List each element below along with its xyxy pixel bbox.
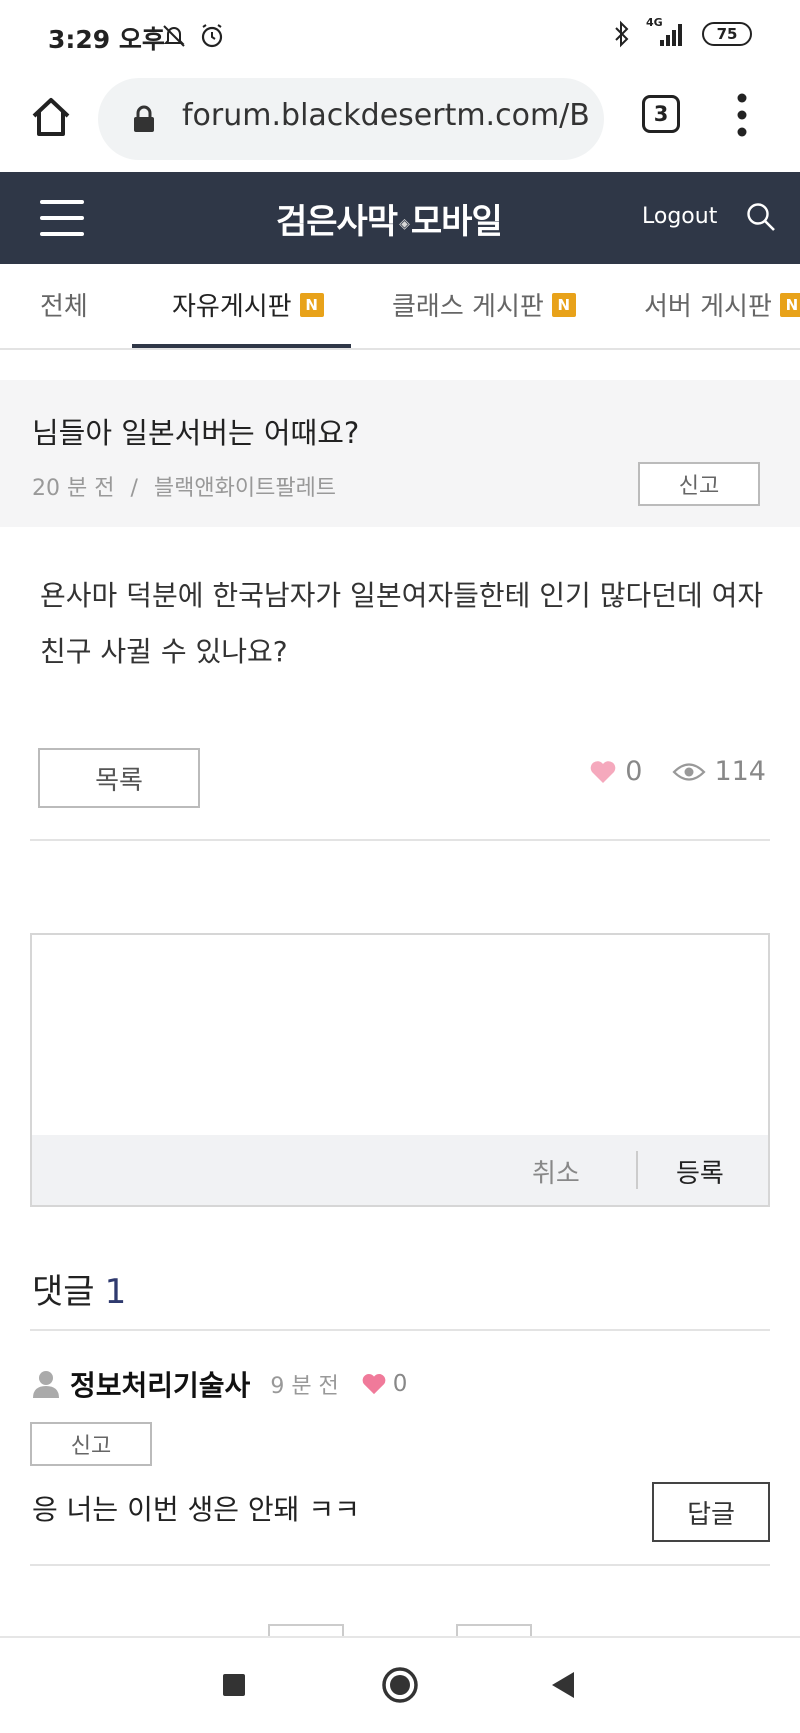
comment-editor: 취소 등록 xyxy=(30,933,770,1207)
site-header: 검은사막 ◈모바일 Logout xyxy=(0,172,800,264)
comments-heading: 댓글 1 xyxy=(32,1264,126,1313)
post-title: 님들아 일본서버는 어때요? xyxy=(32,416,360,450)
logout-link[interactable]: Logout xyxy=(642,204,717,229)
lock-icon xyxy=(134,105,154,132)
post-author[interactable]: 블랙앤화이트팔레트 xyxy=(154,476,336,501)
submit-button[interactable]: 등록 xyxy=(676,1153,724,1190)
comment-author[interactable]: 정보처리기술사 xyxy=(70,1364,250,1404)
post-body: 욘사마 덕분에 한국남자가 일본여자들한테 인기 많다던데 여자친구 사귈 수 … xyxy=(40,579,764,668)
post-meta: 20 분 전 / 블랙앤화이트팔레트 xyxy=(32,470,336,502)
new-badge: N xyxy=(551,292,576,317)
home-circle-icon[interactable] xyxy=(381,1666,419,1704)
new-badge: N xyxy=(299,292,324,317)
comments-title: 댓글 xyxy=(32,1272,95,1312)
eye-icon xyxy=(672,762,707,781)
active-tab-indicator xyxy=(132,344,351,348)
menu-icon[interactable] xyxy=(40,200,84,236)
recent-apps-icon[interactable] xyxy=(223,1674,245,1696)
home-icon[interactable] xyxy=(26,92,76,142)
board-tabs: 전체 자유게시판 N 클래스 게시판 N 서버 게시판 N xyxy=(0,264,800,350)
tab-class-board[interactable]: 클래스 게시판 N xyxy=(392,286,576,323)
logo-left: 검은사막 xyxy=(276,202,398,242)
browser-toolbar: forum.blackdesertm.com/B 3 xyxy=(0,72,800,172)
comment-report-button[interactable]: 신고 xyxy=(30,1422,152,1466)
comment-input[interactable] xyxy=(32,935,768,1135)
tab-label: 클래스 게시판 xyxy=(392,292,544,322)
tab-label: 전체 xyxy=(40,292,88,322)
status-right: 4G 75 xyxy=(612,16,752,48)
divider xyxy=(636,1151,638,1189)
search-icon[interactable] xyxy=(746,202,776,232)
site-logo[interactable]: 검은사막 ◈모바일 xyxy=(276,194,503,243)
cancel-button[interactable]: 취소 xyxy=(532,1153,580,1190)
tab-server-board[interactable]: 서버 게시판 N xyxy=(644,286,800,323)
comment-time: 9 분 전 xyxy=(270,1374,339,1399)
signal-icon: 4G xyxy=(646,16,688,48)
tabs-icon[interactable]: 3 xyxy=(642,95,680,133)
more-vertical-icon[interactable] xyxy=(736,92,748,138)
list-button[interactable]: 목록 xyxy=(38,748,200,808)
divider xyxy=(30,1329,770,1331)
reply-button[interactable]: 답글 xyxy=(652,1482,770,1542)
like-count: 0 xyxy=(625,756,643,787)
report-button[interactable]: 신고 xyxy=(638,462,760,506)
heart-icon[interactable] xyxy=(361,1372,387,1396)
alarm-icon xyxy=(201,24,223,48)
editor-footer: 취소 등록 xyxy=(32,1135,768,1205)
divider xyxy=(30,1564,770,1566)
post-header: 님들아 일본서버는 어때요? 20 분 전 / 블랙앤화이트팔레트 신고 xyxy=(0,380,800,527)
bluetooth-icon xyxy=(615,20,629,48)
mute-icon xyxy=(163,25,185,47)
new-badge: N xyxy=(779,292,800,317)
system-nav-bar xyxy=(0,1636,800,1733)
address-bar[interactable]: forum.blackdesertm.com/B xyxy=(98,78,604,160)
url-text[interactable]: forum.blackdesertm.com/B xyxy=(182,98,592,133)
comment-header: 정보처리기술사 9 분 전 0 xyxy=(32,1364,407,1404)
tab-free-board[interactable]: 자유게시판 N xyxy=(172,286,324,323)
comment-like-count: 0 xyxy=(392,1371,408,1397)
comments-count: 1 xyxy=(104,1272,127,1312)
battery-icon: 75 xyxy=(702,22,752,46)
post-time: 20 분 전 xyxy=(32,476,115,501)
logo-right: 모바일 xyxy=(410,202,503,242)
view-count: 114 xyxy=(714,756,766,787)
comment-like[interactable]: 0 xyxy=(361,1371,408,1397)
status-bar: 3:29 오후 4G 75 xyxy=(0,0,800,72)
divider xyxy=(30,839,770,841)
logo-diamond-icon: ◈ xyxy=(399,215,410,232)
tab-all[interactable]: 전체 xyxy=(40,286,88,323)
user-icon xyxy=(33,1371,59,1398)
comment-text: 응 너는 이번 생은 안돼 ㅋㅋ xyxy=(32,1493,360,1526)
tab-label: 자유게시판 xyxy=(172,292,292,322)
back-icon[interactable] xyxy=(550,1670,576,1700)
meta-separator: / xyxy=(130,476,138,501)
heart-icon[interactable] xyxy=(589,759,617,785)
tab-label: 서버 게시판 xyxy=(644,292,772,322)
post-stats: 0 114 xyxy=(589,756,766,787)
clock: 3:29 오후 xyxy=(48,25,165,54)
